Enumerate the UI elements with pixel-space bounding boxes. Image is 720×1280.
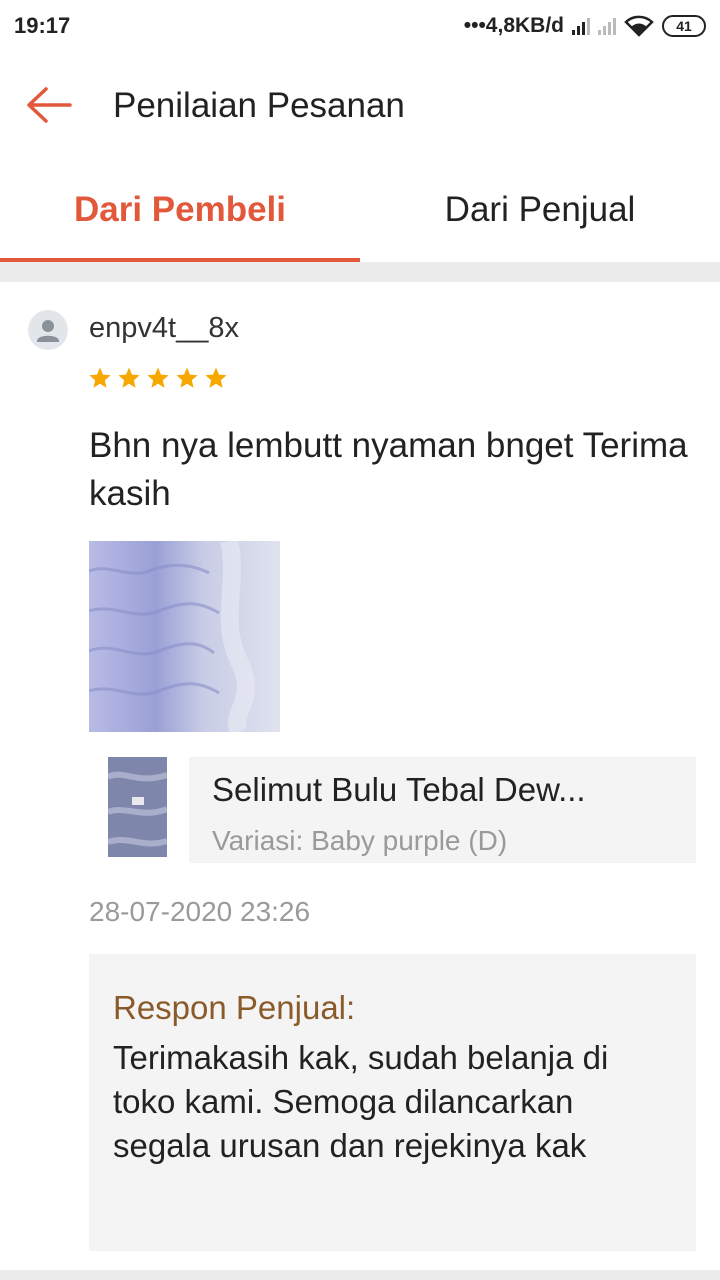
seller-response-box: Respon Penjual: Terimakasih kak, sudah b… <box>89 954 696 1251</box>
battery-icon: 41 <box>662 15 706 37</box>
review-text: Bhn nya lembutt nyaman bnget Terima kasi… <box>89 426 688 513</box>
section-divider <box>0 262 720 282</box>
product-card[interactable]: Selimut Bulu Tebal Dew... Variasi: Baby … <box>89 757 696 863</box>
star-icon <box>118 367 140 388</box>
back-button[interactable] <box>24 82 74 128</box>
tab-bar: Dari Pembeli Dari Penjual <box>0 158 720 262</box>
app-bar: Penilaian Pesanan <box>0 52 720 158</box>
star-icon <box>205 367 227 388</box>
bottom-divider <box>0 1270 720 1280</box>
rating-stars <box>88 366 228 390</box>
seller-response-label: Respon Penjual: <box>113 989 356 1026</box>
product-thumbnail <box>108 757 167 857</box>
network-speed: •••4,8KB/d <box>463 14 564 37</box>
product-image <box>108 757 167 857</box>
review-photo[interactable] <box>89 541 280 732</box>
tab-dari-pembeli[interactable]: Dari Pembeli <box>0 158 360 262</box>
star-icon <box>176 367 198 388</box>
wifi-icon <box>624 15 654 37</box>
status-indicators: •••4,8KB/d 41 <box>464 12 706 40</box>
blanket-photo-image <box>89 541 280 732</box>
reviewer-username: enpv4t__8x <box>89 312 239 344</box>
seller-response-text: Terimakasih kak, sudah belanja di toko k… <box>113 1039 609 1164</box>
signal-secondary-icon <box>598 17 616 35</box>
arrow-left-icon <box>27 87 72 123</box>
signal-icon <box>572 17 590 35</box>
product-thumb-frame <box>89 757 189 863</box>
tab-dari-penjual[interactable]: Dari Penjual <box>360 158 720 262</box>
page-title: Penilaian Pesanan <box>113 86 405 125</box>
status-bar: 19:17 •••4,8KB/d 41 <box>0 0 720 52</box>
product-variant: Variasi: Baby purple (D) <box>212 825 508 856</box>
user-icon <box>37 320 59 342</box>
avatar <box>28 310 68 350</box>
review-date: 28-07-2020 23:26 <box>89 896 311 927</box>
star-icon <box>147 367 169 388</box>
star-icon <box>89 367 111 388</box>
product-name: Selimut Bulu Tebal Dew... <box>212 771 586 808</box>
status-time: 19:17 <box>14 13 71 38</box>
